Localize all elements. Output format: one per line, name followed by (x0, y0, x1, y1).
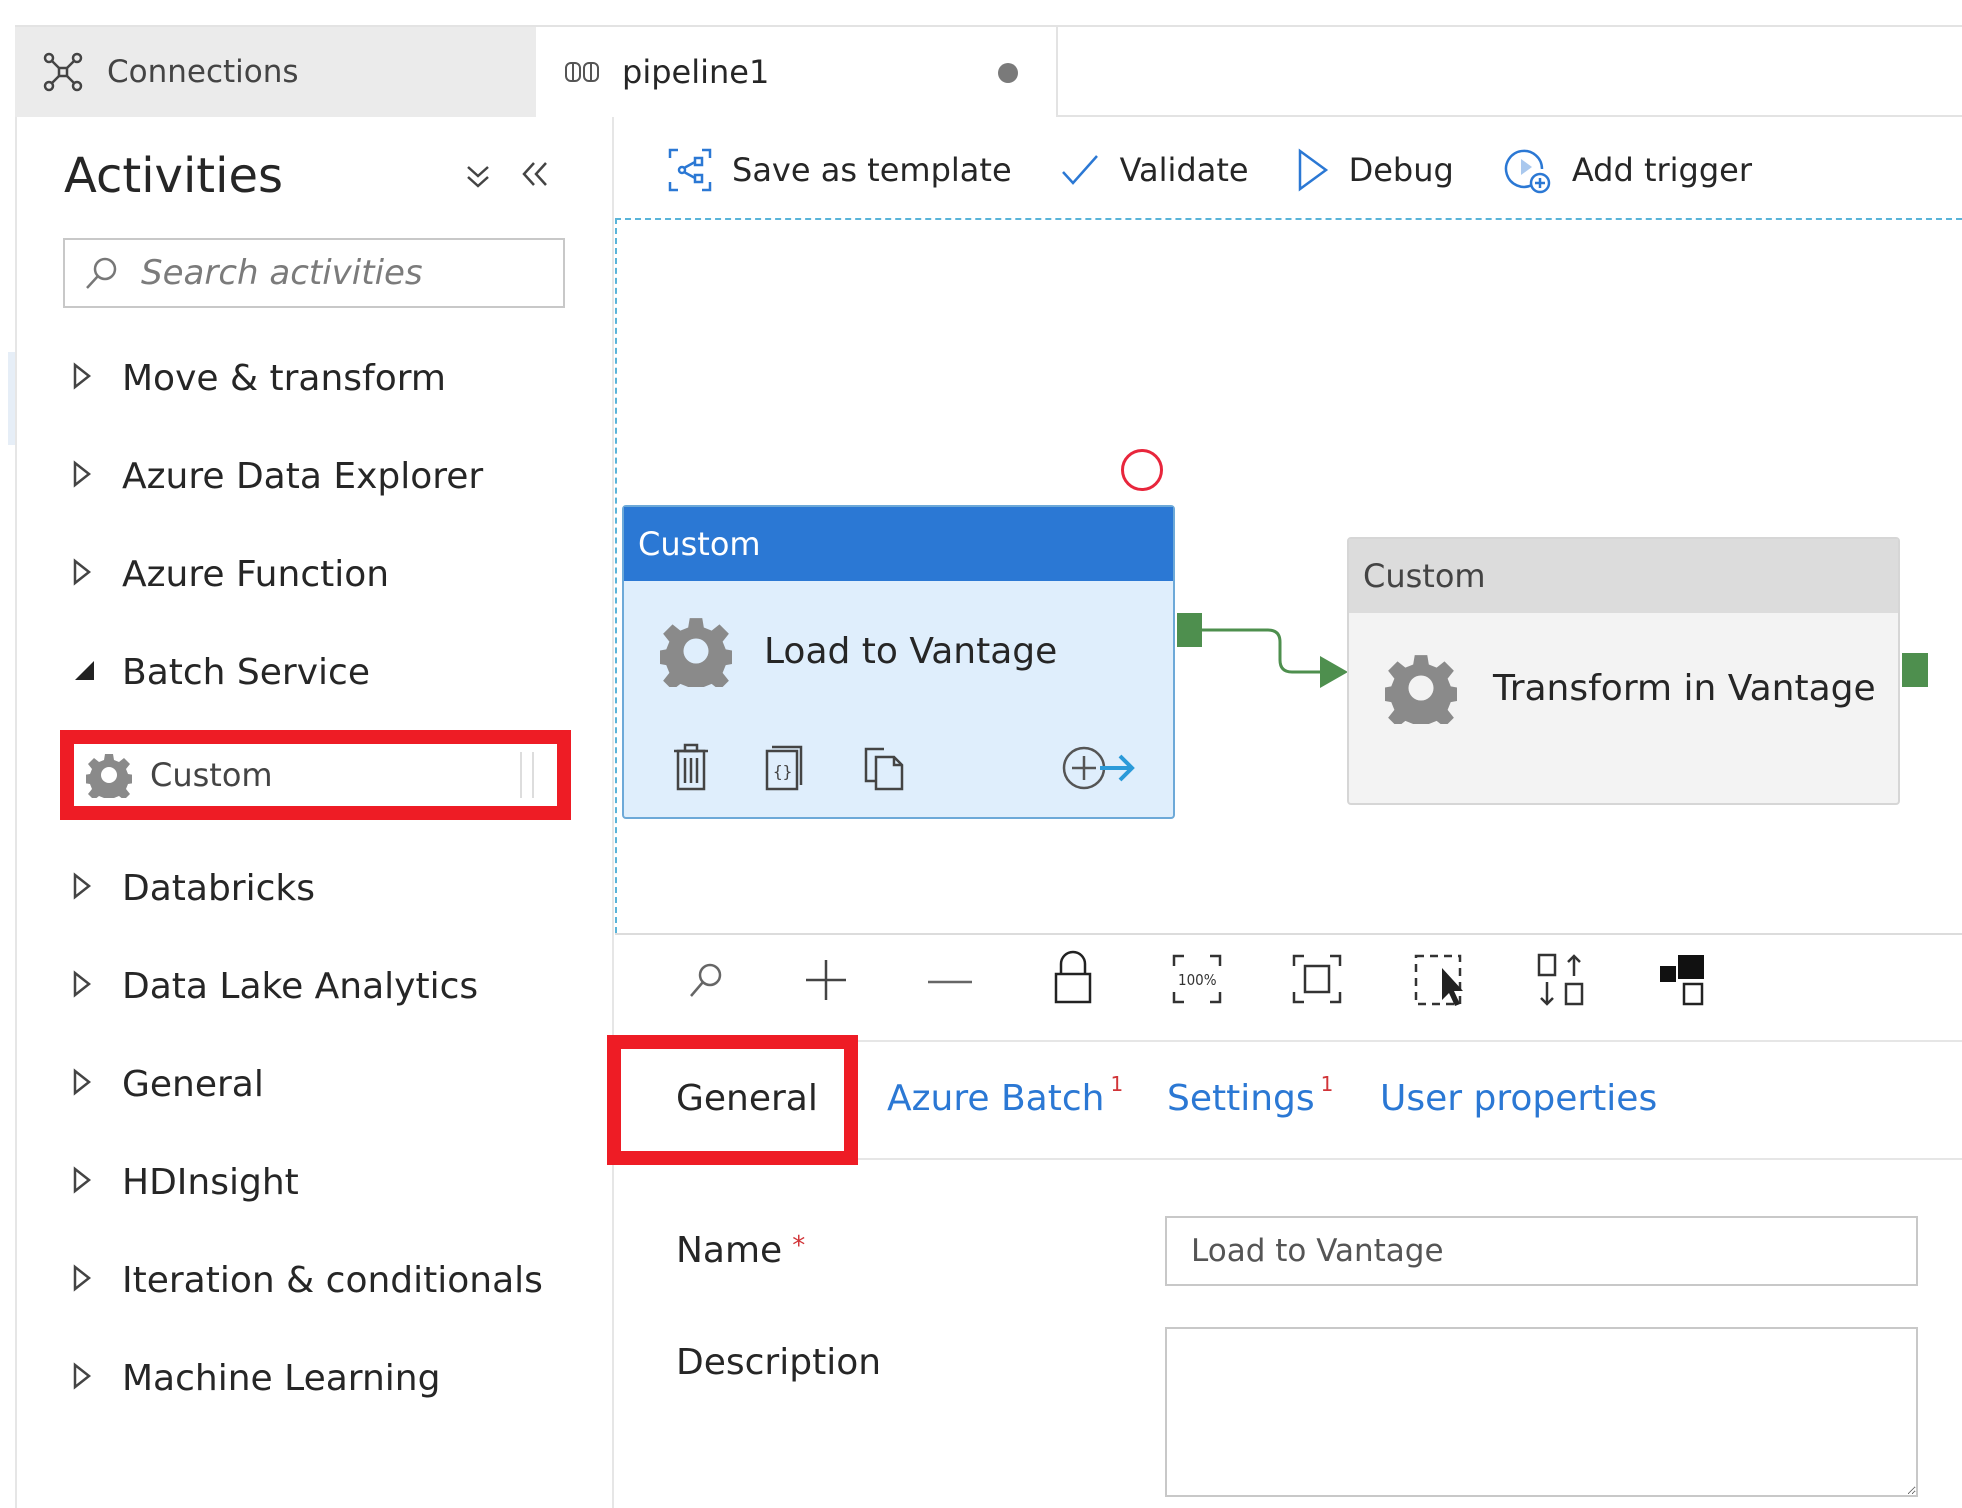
highlight-box (607, 1035, 858, 1165)
name-label-text: Name (676, 1230, 783, 1271)
activity-node-type: Custom (624, 507, 1173, 581)
add-output-icon[interactable] (1060, 743, 1136, 797)
zoom-out-icon[interactable] (926, 958, 974, 1006)
success-output-port[interactable] (1177, 613, 1202, 647)
tab-user-properties-label: User properties (1380, 1078, 1658, 1119)
svg-text:{}: {} (773, 762, 792, 781)
tab-settings[interactable]: Settings 1 (1167, 1072, 1333, 1119)
zoom-in-icon[interactable] (804, 958, 848, 1006)
error-count-badge: 1 (1320, 1072, 1334, 1096)
zoom-100-icon[interactable]: 100% (1172, 954, 1222, 1008)
category-iteration-conditionals[interactable]: Iteration & conditionals (72, 1250, 543, 1310)
expand-triangle-icon (72, 1166, 102, 1198)
category-label: General (122, 1063, 264, 1105)
properties-tab-border (858, 1158, 1962, 1160)
expand-triangle-icon (72, 1068, 102, 1100)
required-indicator: * (792, 1231, 806, 1261)
description-textarea[interactable] (1165, 1327, 1918, 1497)
node-action-bar: {} (672, 743, 1135, 799)
connector-layer (1202, 628, 1348, 688)
category-label: HDInsight (122, 1161, 299, 1203)
activity-node-transform-in-vantage[interactable]: Custom Transform in Vantage (1347, 537, 1900, 805)
activity-node-type: Custom (1349, 539, 1898, 613)
code-icon[interactable]: {} (764, 743, 804, 797)
fit-to-screen-icon[interactable] (1292, 954, 1342, 1008)
activity-node-name: Transform in Vantage (1493, 667, 1876, 709)
expand-triangle-icon (72, 1264, 102, 1296)
pending-status-indicator (1121, 449, 1163, 491)
gear-icon (1385, 655, 1457, 724)
delete-icon[interactable] (672, 743, 710, 797)
success-connector[interactable] (1202, 628, 1325, 674)
category-general[interactable]: General (72, 1054, 264, 1114)
category-label: Machine Learning (122, 1357, 441, 1399)
gear-icon (660, 618, 732, 687)
connector-arrowhead (1320, 656, 1348, 688)
category-machine-learning[interactable]: Machine Learning (72, 1348, 440, 1408)
activity-node-load-to-vantage[interactable]: Custom Load to Vantage {} (622, 505, 1175, 819)
layout-icon[interactable] (1658, 952, 1708, 1012)
tab-azure-batch-label: Azure Batch (887, 1078, 1105, 1119)
error-count-badge: 1 (1110, 1072, 1124, 1096)
search-icon[interactable] (686, 960, 726, 1004)
auto-align-icon[interactable] (1536, 952, 1586, 1012)
lock-icon[interactable] (1052, 950, 1094, 1010)
category-hdinsight[interactable]: HDInsight (72, 1152, 299, 1212)
success-output-port[interactable] (1902, 653, 1928, 687)
tab-settings-label: Settings (1167, 1078, 1315, 1119)
category-label: Iteration & conditionals (122, 1259, 543, 1301)
select-icon[interactable] (1414, 954, 1466, 1012)
copy-icon[interactable] (862, 743, 906, 797)
expand-triangle-icon (72, 1362, 102, 1394)
activity-node-name: Load to Vantage (764, 630, 1058, 672)
name-input[interactable] (1165, 1216, 1918, 1286)
description-field-label: Description (676, 1342, 882, 1383)
tab-azure-batch[interactable]: Azure Batch 1 (887, 1072, 1123, 1119)
svg-text:100%: 100% (1178, 971, 1217, 989)
tab-user-properties[interactable]: User properties (1380, 1078, 1657, 1119)
name-field-label: Name * (676, 1230, 805, 1271)
